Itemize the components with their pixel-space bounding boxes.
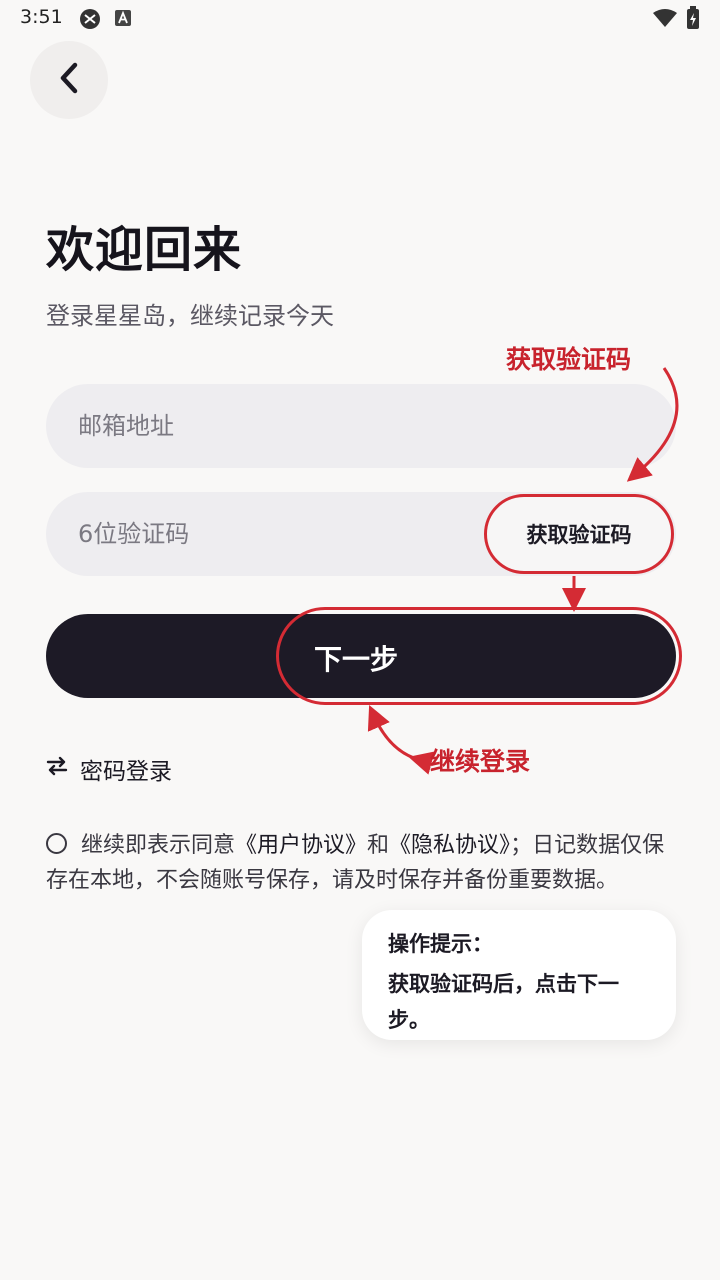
operation-tip: 操作提示： 获取验证码后，点击下一步。 xyxy=(362,910,676,1040)
arrow-continue-bidir xyxy=(367,705,435,775)
tip-text: 获取验证码后，点击下一步。 xyxy=(388,972,619,1032)
annotation-get-code: 获取验证码 xyxy=(506,345,632,374)
arrow-to-get-code xyxy=(626,367,679,482)
annotation-continue-login: 继续登录 xyxy=(430,747,531,776)
annotation-arrows xyxy=(367,367,679,775)
tip-title: 操作提示： xyxy=(388,932,493,956)
